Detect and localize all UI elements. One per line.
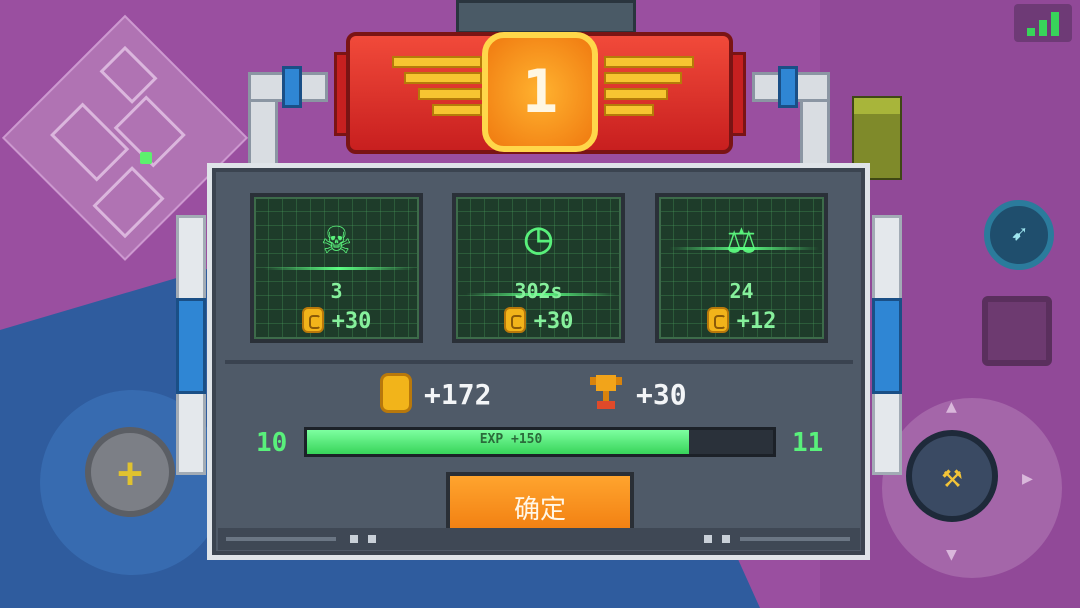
- exp-label: EXP +150: [479, 432, 543, 447]
- wing-left-icon: [392, 56, 482, 126]
- trophy-icon: [590, 375, 622, 409]
- scan-line: [264, 267, 414, 270]
- level-next: 11: [792, 428, 824, 458]
- top-chest: [456, 0, 636, 34]
- weight-icon: ⚖: [727, 210, 756, 264]
- coin-icon: [706, 307, 729, 333]
- weight-value: 24: [729, 279, 754, 303]
- item-slot-button[interactable]: [982, 296, 1052, 366]
- clock-icon: ◷: [524, 210, 553, 264]
- level-current: 10: [256, 428, 288, 458]
- arrow-right-icon: ▶: [1022, 468, 1033, 489]
- wing-right-icon: [604, 56, 694, 126]
- minimap-player-marker: [140, 152, 152, 164]
- skill-button[interactable]: ➹: [984, 200, 1054, 270]
- footer-dot: [722, 535, 730, 543]
- stat-kills: ☠ 3 +30: [250, 193, 423, 343]
- kills-value: 3: [330, 279, 343, 303]
- divider: [225, 360, 853, 364]
- minimap-room: [99, 45, 158, 104]
- joystick-knob[interactable]: +: [85, 427, 175, 517]
- minimap-room: [50, 102, 130, 182]
- footer-dot: [350, 535, 358, 543]
- coin-icon: [503, 307, 526, 333]
- stat-weight: ⚖ 24 +12: [655, 193, 828, 343]
- footer-dot: [368, 535, 376, 543]
- frame-joint-left: [282, 66, 302, 108]
- frame-joint-right: [778, 66, 798, 108]
- plus-icon: +: [117, 447, 143, 497]
- coin-icon: [301, 307, 324, 333]
- total-coins: +172: [380, 373, 491, 416]
- stat-time: ◷ 302s +30: [452, 193, 625, 343]
- kills-reward: +30: [254, 307, 419, 335]
- signal-bars-icon: [1014, 4, 1072, 42]
- rank-badge: 1: [482, 32, 598, 152]
- attack-button[interactable]: ⚒: [906, 430, 998, 522]
- footer-dot: [704, 535, 712, 543]
- frame-post-left-accent: [176, 298, 206, 394]
- weight-reward: +12: [659, 307, 824, 335]
- skull-icon: ☠: [322, 210, 351, 264]
- total-trophies: +30: [588, 375, 687, 416]
- exp-bar: EXP +150: [304, 427, 776, 457]
- coin-icon: [380, 373, 412, 413]
- minimap-room: [92, 166, 165, 239]
- frame-post-right-accent: [872, 298, 902, 394]
- time-reward: +30: [456, 307, 621, 335]
- arrow-up-icon: ▲: [946, 396, 957, 417]
- footer-line: [226, 537, 336, 541]
- weapon-icon: ⚒: [941, 456, 963, 496]
- skill-icon: ➹: [1011, 220, 1027, 250]
- arrow-down-icon: ▼: [946, 544, 957, 565]
- time-value: 302s: [514, 279, 563, 303]
- footer-line: [740, 537, 850, 541]
- scan-line: [669, 247, 819, 250]
